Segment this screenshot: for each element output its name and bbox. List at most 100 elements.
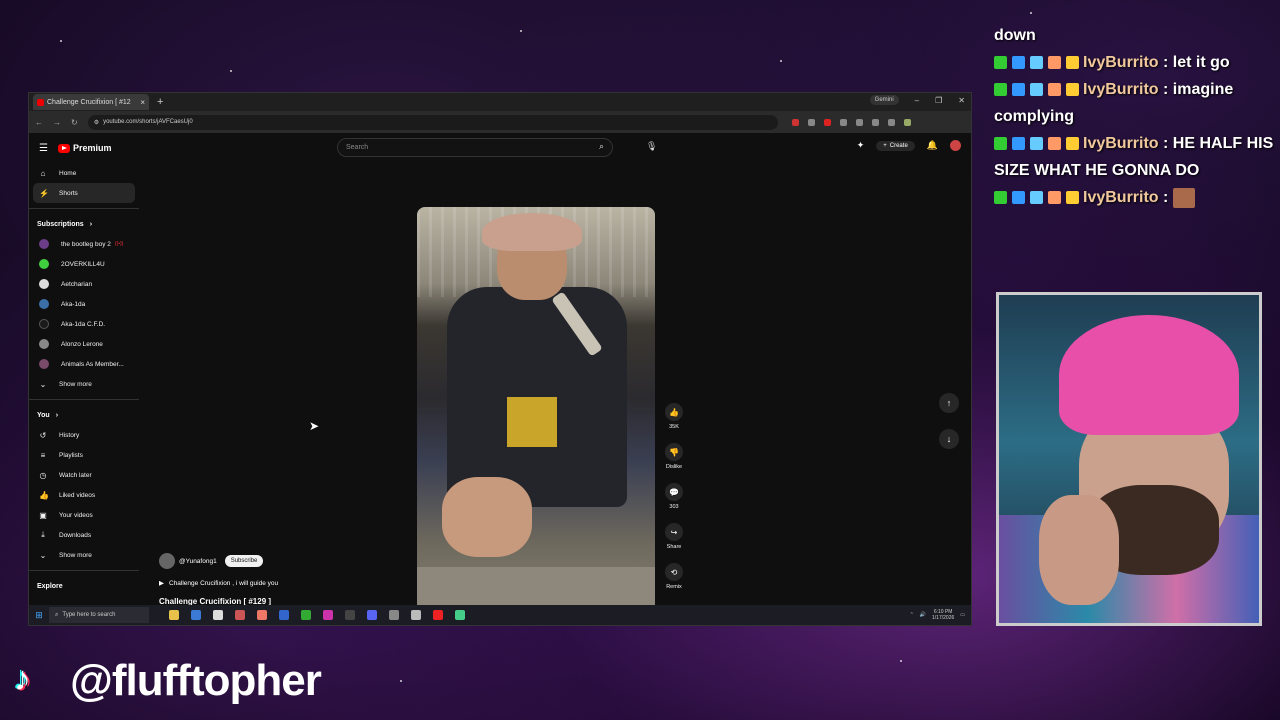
minimize-icon[interactable]: – — [915, 96, 919, 105]
sidebar: ⌂ Home ⚡ Shorts Subscriptions › the boot… — [29, 163, 139, 625]
show-more-button[interactable]: ⌄ Show more — [29, 374, 139, 394]
comment-action: 💬 303 — [663, 483, 685, 510]
browser-window: Challenge Crucifixion [ #12 × + Gemini –… — [28, 92, 972, 626]
sidebar-item-downloads[interactable]: ⤓ Downloads — [29, 525, 139, 545]
sidebar-item-subscription[interactable]: Animals As Member... — [29, 354, 139, 374]
sidebar-item-subscription[interactable]: 2OVERKILL4U — [29, 254, 139, 274]
url-field[interactable]: ⚙ youtube.com/shorts/jAVFCaesUj0 — [87, 114, 778, 130]
sidebar-item-subscription[interactable]: Alonzo Lerone — [29, 334, 139, 354]
dislike-button[interactable]: 👎 — [665, 443, 683, 461]
forward-icon[interactable]: → — [53, 118, 61, 127]
maximize-icon[interactable]: ❐ — [935, 96, 942, 105]
mic-icon[interactable]: 🎙 — [646, 141, 657, 152]
close-icon[interactable]: ✕ — [958, 96, 965, 105]
windows-start-icon[interactable]: ⊞ — [29, 610, 49, 621]
channel-avatar[interactable] — [159, 553, 175, 569]
sidebar-item-subscription[interactable]: Aetcharian — [29, 274, 139, 294]
short-video-player[interactable] — [417, 207, 655, 625]
chevron-down-icon: ⌄ — [39, 550, 47, 560]
volume-icon[interactable]: 🔊 — [920, 612, 926, 618]
search-icon[interactable]: ⌕ — [599, 141, 604, 152]
menu-icon[interactable]: ☰ — [39, 143, 48, 154]
taskbar-search-placeholder: Type here to search — [62, 612, 116, 618]
notification-icon[interactable]: ▭ — [960, 612, 965, 618]
sidebar-item-liked-videos[interactable]: 👍 Liked videos — [29, 485, 139, 505]
comment-count: 303 — [669, 504, 679, 510]
sidebar-item-subscription[interactable]: Aka-1da — [29, 294, 139, 314]
taskbar-apps — [169, 610, 465, 620]
app-icon[interactable] — [235, 610, 245, 620]
share-action: ↪ Share — [663, 523, 685, 550]
sidebar-item-subscription[interactable]: Aka-1da C.F.D. — [29, 314, 139, 334]
app-icon[interactable] — [279, 610, 289, 620]
browser-tab[interactable]: Challenge Crucifixion [ #12 × — [33, 94, 149, 110]
cast-icon[interactable]: ✦ — [857, 140, 865, 151]
gemini-button[interactable]: Gemini — [869, 95, 899, 105]
store-icon[interactable] — [213, 610, 223, 620]
tray-chevron-icon[interactable]: ⌃ — [910, 612, 914, 618]
edge-icon[interactable] — [191, 610, 201, 620]
bell-icon[interactable]: 🔔 — [927, 140, 938, 151]
firefox-icon[interactable] — [257, 610, 267, 620]
channel-name[interactable]: @Yunafong1 — [179, 558, 217, 565]
taskbar-clock[interactable]: 6:10 PM 1/17/2026 — [932, 609, 954, 621]
sidebar-item-your-videos[interactable]: ▣ Your videos — [29, 505, 139, 525]
create-button[interactable]: + Create — [876, 140, 915, 151]
remix-button[interactable]: ⟲ — [665, 563, 683, 581]
chrome-icon[interactable] — [455, 610, 465, 620]
extension-icon[interactable] — [823, 118, 831, 126]
badge-icon — [1030, 83, 1043, 97]
show-more-button[interactable]: ⌄ Show more — [29, 545, 139, 565]
discord-icon[interactable] — [367, 610, 377, 620]
search-input[interactable]: Search ⌕ — [337, 138, 613, 157]
sidebar-item-home[interactable]: ⌂ Home — [29, 163, 139, 183]
channel-avatar — [39, 259, 49, 269]
extension-icon[interactable] — [807, 118, 815, 126]
channel-avatar — [39, 279, 49, 289]
badge-icon — [1030, 137, 1043, 151]
channel-row: @Yunafong1 Subscribe — [159, 553, 278, 569]
avatar[interactable] — [950, 140, 961, 151]
new-tab-icon[interactable]: + — [157, 96, 163, 108]
explore-label: Explore — [37, 582, 63, 590]
sidebar-item-history[interactable]: ↺ History — [29, 425, 139, 445]
extension-icon[interactable] — [855, 118, 863, 126]
sidebar-item-playlists[interactable]: ≡ Playlists — [29, 445, 139, 465]
tab-close-icon[interactable]: × — [140, 98, 145, 107]
subscribe-button[interactable]: Subscribe — [224, 555, 264, 567]
star — [60, 40, 62, 42]
you-heading[interactable]: You › — [29, 405, 139, 425]
file-explorer-icon[interactable] — [169, 610, 179, 620]
app-icon[interactable] — [411, 610, 421, 620]
app-icon[interactable] — [433, 610, 443, 620]
tab-bar: Challenge Crucifixion [ #12 × + Gemini –… — [29, 93, 971, 111]
tiktok-logo-icon: ♪ — [14, 660, 31, 698]
share-button[interactable]: ↪ — [665, 523, 683, 541]
taskbar-search[interactable]: ⌕ Type here to search — [49, 607, 149, 623]
extension-icon[interactable] — [839, 118, 847, 126]
sidebar-item-subscription[interactable]: the bootleg boy 2 ((•)) — [29, 234, 139, 254]
site-info-icon[interactable]: ⚙ — [94, 119, 99, 126]
extension-icon[interactable] — [791, 118, 799, 126]
sidebar-item-watch-later[interactable]: ◷ Watch later — [29, 465, 139, 485]
sidebar-item-shorts[interactable]: ⚡ Shorts — [33, 183, 135, 203]
extension-icon[interactable] — [887, 118, 895, 126]
chat-badges — [994, 56, 1079, 70]
app-icon[interactable] — [389, 610, 399, 620]
back-icon[interactable]: ← — [35, 118, 43, 127]
previous-short-button[interactable]: ↑ — [939, 393, 959, 413]
obs-icon[interactable] — [345, 610, 355, 620]
profile-icon[interactable] — [903, 118, 911, 126]
reload-icon[interactable]: ↻ — [71, 118, 78, 127]
app-icon[interactable] — [323, 610, 333, 620]
create-label: Create — [889, 142, 908, 149]
youtube-logo[interactable]: Premium — [57, 143, 111, 153]
next-short-button[interactable]: ↓ — [939, 429, 959, 449]
extension-icon[interactable] — [871, 118, 879, 126]
kick-badge-icon — [994, 191, 1007, 205]
short-description[interactable]: ▶ Challenge Crucifixion , i will guide y… — [159, 579, 278, 588]
subscriptions-heading[interactable]: Subscriptions › — [29, 214, 139, 234]
like-button[interactable]: 👍 — [665, 403, 683, 421]
comment-button[interactable]: 💬 — [665, 483, 683, 501]
excel-icon[interactable] — [301, 610, 311, 620]
